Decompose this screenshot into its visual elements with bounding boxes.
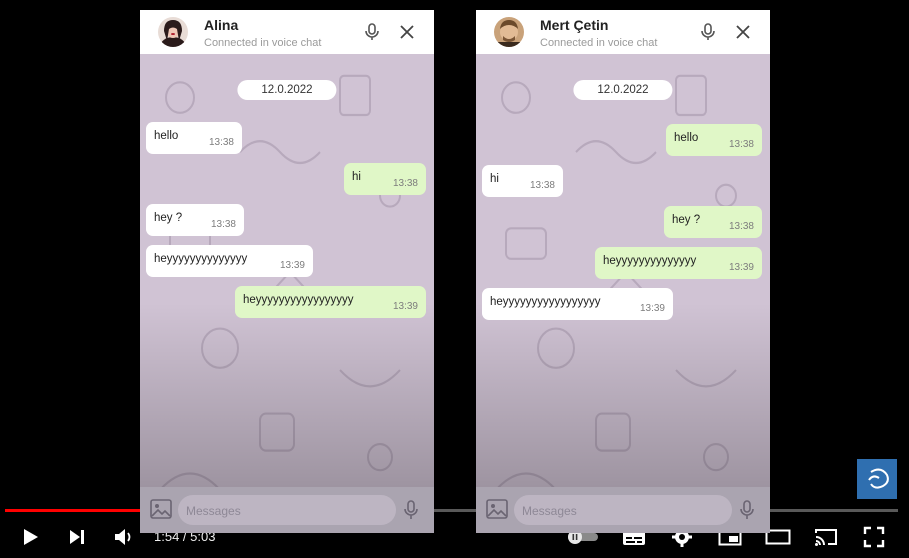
message-bubble[interactable]: heyyyyyyyyyyyyyy 13:39 <box>146 245 313 277</box>
message-bubble[interactable]: hey ? 13:38 <box>664 206 762 238</box>
fullscreen-button[interactable] <box>860 523 888 551</box>
message-time: 13:38 <box>392 178 418 189</box>
attach-image-icon[interactable] <box>150 499 172 519</box>
message-input[interactable]: Messages <box>178 495 396 525</box>
message-time: 13:38 <box>728 221 754 232</box>
message-input[interactable]: Messages <box>514 495 732 525</box>
volume-button[interactable] <box>110 523 138 551</box>
message-bubble[interactable]: hi 13:38 <box>344 163 426 195</box>
message-time: 13:39 <box>639 303 665 314</box>
play-icon <box>24 529 38 545</box>
date-separator: 12.0.2022 <box>237 80 337 100</box>
message-text: hey ? <box>154 212 183 224</box>
message-time: 13:38 <box>728 139 754 150</box>
message-bubble[interactable]: hello 13:38 <box>146 122 242 154</box>
message-text: hi <box>490 173 499 185</box>
contact-avatar[interactable] <box>158 17 188 47</box>
contact-status: Connected in voice chat <box>204 37 322 49</box>
message-text: hi <box>352 171 361 183</box>
date-separator: 12.0.2022 <box>573 80 673 100</box>
voice-record-icon[interactable] <box>402 500 420 520</box>
message-input-placeholder: Messages <box>186 504 241 518</box>
message-text: hey ? <box>672 214 701 226</box>
contact-name: Alina <box>204 17 239 33</box>
message-bubble[interactable]: hi 13:38 <box>482 165 563 197</box>
message-bubble[interactable]: hello 13:38 <box>666 124 762 156</box>
watermark-logo-icon <box>868 468 889 489</box>
next-button[interactable] <box>63 523 91 551</box>
message-time: 13:39 <box>279 260 305 271</box>
message-input-placeholder: Messages <box>522 504 577 518</box>
message-time: 13:39 <box>728 262 754 273</box>
microphone-icon[interactable] <box>362 22 382 42</box>
volume-icon <box>115 529 131 545</box>
contact-status: Connected in voice chat <box>540 37 658 49</box>
attach-image-icon[interactable] <box>486 499 508 519</box>
contact-name: Mert Çetin <box>540 17 609 33</box>
chat-window-left: Alina Connected in voice chat 12.0.2022 … <box>140 10 434 533</box>
voice-record-icon[interactable] <box>738 500 756 520</box>
message-time: 13:38 <box>208 137 234 148</box>
message-text: heyyyyyyyyyyyyyyyyy <box>490 296 601 308</box>
message-bubble[interactable]: heyyyyyyyyyyyyyy 13:39 <box>595 247 762 279</box>
message-time: 13:39 <box>392 301 418 312</box>
message-text: hello <box>154 130 179 142</box>
message-bubble[interactable]: heyyyyyyyyyyyyyyyyy 13:39 <box>482 288 673 320</box>
fullscreen-icon <box>863 526 885 548</box>
play-button[interactable] <box>16 523 44 551</box>
message-time: 13:38 <box>529 180 555 191</box>
chat-window-right: Mert Çetin Connected in voice chat 12.0.… <box>476 10 770 533</box>
message-bubble[interactable]: heyyyyyyyyyyyyyyyyy 13:39 <box>235 286 426 318</box>
cast-icon <box>815 529 837 546</box>
message-text: heyyyyyyyyyyyyyy <box>154 253 248 265</box>
message-text: hello <box>674 132 699 144</box>
compose-bar: Messages <box>140 487 434 533</box>
microphone-icon[interactable] <box>698 22 718 42</box>
cast-button[interactable] <box>812 523 840 551</box>
message-text: heyyyyyyyyyyyyyyyyy <box>243 294 354 306</box>
close-icon[interactable] <box>733 22 753 42</box>
compose-bar: Messages <box>476 487 770 533</box>
message-text: heyyyyyyyyyyyyyy <box>603 255 697 267</box>
message-bubble[interactable]: hey ? 13:38 <box>146 204 244 236</box>
next-icon <box>70 530 84 544</box>
message-time: 13:38 <box>210 219 236 230</box>
contact-avatar[interactable] <box>494 17 524 47</box>
chat-header: Mert Çetin Connected in voice chat <box>476 10 770 54</box>
channel-watermark[interactable] <box>857 459 897 499</box>
chat-header: Alina Connected in voice chat <box>140 10 434 54</box>
close-icon[interactable] <box>397 22 417 42</box>
